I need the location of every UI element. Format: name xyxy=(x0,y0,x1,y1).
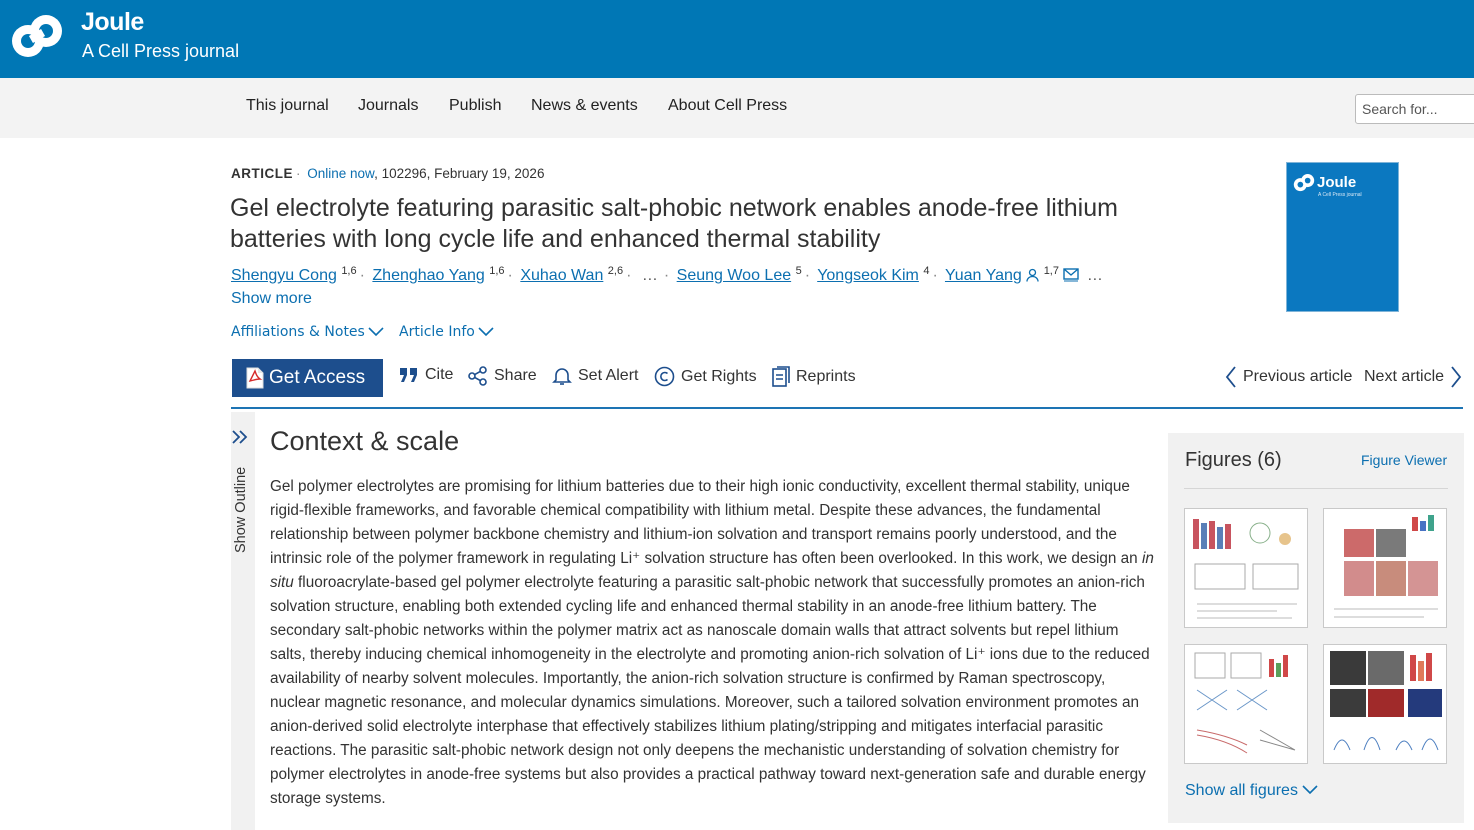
set-alert-label: Set Alert xyxy=(578,367,639,384)
article-type: ARTICLE xyxy=(231,166,293,181)
nav-news-events[interactable]: News & events xyxy=(531,97,638,115)
show-outline-button[interactable]: Show Outline xyxy=(233,467,249,553)
article-citation: 102296, February 19, 2026 xyxy=(381,166,545,181)
previous-article-label: Previous article xyxy=(1243,368,1353,385)
figure-thumbnail-4[interactable] xyxy=(1323,644,1447,764)
cite-label: Cite xyxy=(425,366,454,383)
get-rights-label: Get Rights xyxy=(681,367,757,385)
figures-divider xyxy=(1184,488,1448,489)
author-affiliation: 1,6 xyxy=(341,265,357,277)
figure-image xyxy=(1194,652,1296,754)
cell-press-logo-icon[interactable] xyxy=(10,11,64,63)
nav-this-journal[interactable]: This journal xyxy=(246,97,329,115)
email-icon[interactable] xyxy=(1063,266,1080,282)
chevron-down-icon xyxy=(1302,785,1318,795)
figure-image xyxy=(1330,651,1442,751)
reprints-button[interactable]: Reprints xyxy=(772,366,856,387)
next-article-link[interactable]: Next article xyxy=(1364,366,1462,388)
figure-thumbnail-3[interactable] xyxy=(1184,644,1308,764)
author-ellipsis[interactable]: … xyxy=(639,267,661,284)
nav-about-cell-press[interactable]: About Cell Press xyxy=(668,97,787,115)
reprints-icon xyxy=(772,366,790,387)
get-rights-button[interactable]: Get Rights xyxy=(654,366,757,387)
author-affiliation: 1,6 xyxy=(489,265,505,277)
figure-image xyxy=(1334,515,1438,618)
section-heading: Context & scale xyxy=(270,426,460,456)
author-ellipsis[interactable]: … xyxy=(1084,267,1106,284)
figure-thumbnail-1[interactable] xyxy=(1184,508,1308,628)
quote-icon xyxy=(400,368,417,382)
figure-viewer-link[interactable]: Figure Viewer xyxy=(1361,452,1447,468)
share-icon xyxy=(468,366,487,386)
figure-thumbnail-2[interactable] xyxy=(1323,508,1447,628)
cite-button[interactable]: Cite xyxy=(399,366,453,384)
author-link[interactable]: Zhenghao Yang xyxy=(372,267,484,284)
chevron-left-icon xyxy=(1225,366,1236,388)
author-link[interactable]: Shengyu Cong xyxy=(231,267,337,284)
nav-journals[interactable]: Journals xyxy=(358,97,418,115)
author-list: Shengyu Cong 1,6 · Zhenghao Yang 1,6 · Xuh… xyxy=(231,265,1106,285)
journal-cover[interactable]: Joule A Cell Press journal xyxy=(1286,162,1399,312)
article-info-toggle[interactable]: Article Info xyxy=(399,324,494,340)
online-now-link[interactable]: Online now xyxy=(307,166,374,181)
search-input[interactable] xyxy=(1355,94,1474,124)
figure-image xyxy=(1193,519,1299,619)
author-affiliation: 5 xyxy=(795,265,802,277)
chevron-down-icon xyxy=(368,327,384,337)
author-affiliation: 1,7 xyxy=(1043,265,1059,277)
cover-title: Joule xyxy=(1317,174,1357,191)
author-link[interactable]: Seung Woo Lee xyxy=(677,267,791,284)
chevron-right-icon xyxy=(1451,366,1462,388)
context-scale-paragraph: Gel polymer electrolytes are promising f… xyxy=(270,475,1158,811)
article-info-label: Article Info xyxy=(399,324,475,340)
show-all-label: Show all figures xyxy=(1185,782,1298,799)
author-affiliation: 2,6 xyxy=(607,265,624,277)
share-label: Share xyxy=(494,367,537,384)
next-article-label: Next article xyxy=(1364,368,1445,385)
site-header: Joule A Cell Press journal xyxy=(0,0,1474,78)
paragraph-text: fluoroacrylate-based gel polymer electro… xyxy=(270,574,1150,807)
bell-icon xyxy=(552,368,572,385)
paragraph-text: Gel polymer electrolytes are promising f… xyxy=(270,478,1142,567)
journal-name[interactable]: Joule xyxy=(81,8,144,37)
show-all-figures[interactable]: Show all figures xyxy=(1185,782,1318,800)
previous-article-link[interactable]: Previous article xyxy=(1225,366,1352,388)
figures-heading: Figures (6) xyxy=(1185,449,1282,471)
figures-panel xyxy=(1168,433,1464,823)
chevron-down-icon xyxy=(478,327,494,337)
show-more-authors[interactable]: Show more xyxy=(231,290,312,308)
cover-subtitle: A Cell Press journal xyxy=(1318,192,1362,198)
pdf-icon xyxy=(246,367,264,389)
nav-publish[interactable]: Publish xyxy=(449,97,501,115)
affiliations-notes-toggle[interactable]: Affiliations & Notes xyxy=(231,324,384,340)
share-button[interactable]: Share xyxy=(468,366,537,386)
author-link[interactable]: Xuhao Wan xyxy=(520,267,603,284)
author-link[interactable]: Yongseok Kim xyxy=(817,267,919,284)
corresponding-author-icon xyxy=(1026,268,1039,282)
cell-press-logo-icon xyxy=(1293,174,1315,192)
article-title: Gel electrolyte featuring parasitic salt… xyxy=(230,194,1118,253)
toolbar-divider xyxy=(231,407,1463,409)
journal-subtitle: A Cell Press journal xyxy=(82,41,240,61)
set-alert-button[interactable]: Set Alert xyxy=(552,366,638,386)
reprints-label: Reprints xyxy=(796,367,856,385)
copyright-icon xyxy=(654,366,675,387)
double-chevron-right-icon[interactable] xyxy=(231,428,249,446)
article-meta: ARTICLE · Online now, 102296, February 19… xyxy=(231,166,545,181)
affiliations-label: Affiliations & Notes xyxy=(231,324,365,340)
author-link[interactable]: Yuan Yang xyxy=(945,267,1022,284)
